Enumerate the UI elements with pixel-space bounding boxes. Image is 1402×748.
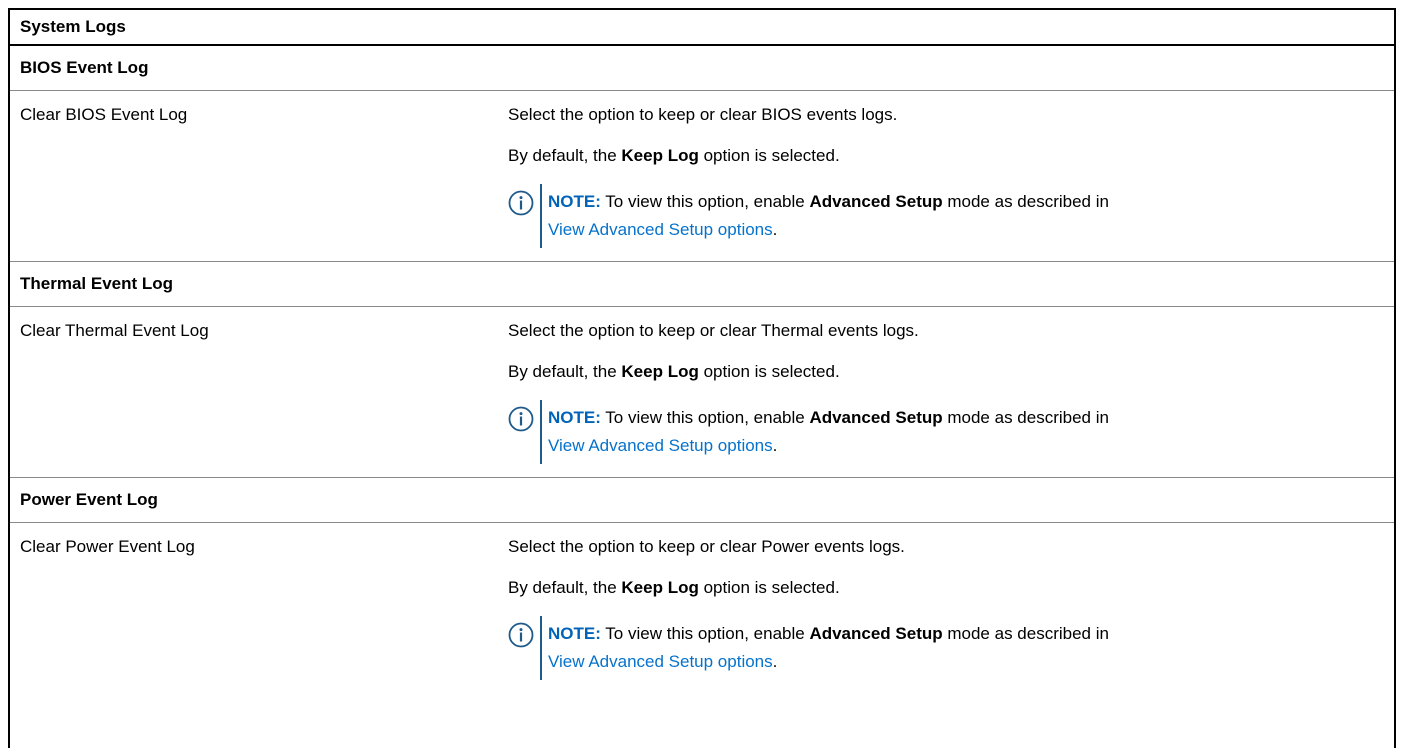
default-text: By default, the Keep Log option is selec… — [508, 145, 1378, 167]
setting-description: Select the option to keep or clear BIOS … — [498, 91, 1394, 261]
table-row-thermal: Clear Thermal Event Log Select the optio… — [10, 307, 1394, 478]
description-text: Select the option to keep or clear Therm… — [508, 321, 919, 340]
note-text-suffix: mode as described in — [942, 624, 1109, 643]
section-heading-thermal: Thermal Event Log — [10, 262, 1394, 307]
description-text: Select the option to keep or clear Power… — [508, 537, 905, 556]
note-text-suffix: mode as described in — [942, 192, 1109, 211]
note-block: NOTE: To view this option, enable Advanc… — [508, 400, 1378, 464]
section-heading-power: Power Event Log — [10, 478, 1394, 523]
setting-description: Select the option to keep or clear Power… — [498, 523, 1394, 694]
note-text-prefix: To view this option, enable — [600, 192, 810, 211]
advanced-setup-link[interactable]: View Advanced Setup options — [548, 220, 773, 239]
note-end: . — [772, 220, 778, 239]
default-value: Keep Log — [621, 146, 699, 165]
note-label: NOTE: — [548, 624, 601, 643]
default-value: Keep Log — [621, 578, 699, 597]
table-title: System Logs — [10, 10, 1394, 46]
default-suffix: option is selected. — [698, 578, 840, 597]
setting-name: Clear Power Event Log — [20, 537, 195, 556]
note-block: NOTE: To view this option, enable Advanc… — [508, 184, 1378, 248]
setting-description: Select the option to keep or clear Therm… — [498, 307, 1394, 477]
note-label: NOTE: — [548, 408, 601, 427]
advanced-setup-link[interactable]: View Advanced Setup options — [548, 436, 773, 455]
table-row-power: Clear Power Event Log Select the option … — [10, 523, 1394, 694]
note-end: . — [772, 652, 778, 671]
info-circle-icon — [508, 190, 534, 216]
default-text: By default, the Keep Log option is selec… — [508, 577, 1378, 599]
info-circle-icon — [508, 622, 534, 648]
note-body: NOTE: To view this option, enable Advanc… — [540, 184, 1109, 248]
note-text-prefix: To view this option, enable — [600, 408, 810, 427]
note-block: NOTE: To view this option, enable Advanc… — [508, 616, 1378, 680]
default-value: Keep Log — [621, 362, 699, 381]
setting-name: Clear BIOS Event Log — [20, 105, 188, 124]
advanced-setup-link[interactable]: View Advanced Setup options — [548, 652, 773, 671]
note-text-prefix: To view this option, enable — [600, 624, 810, 643]
description-text: Select the option to keep or clear BIOS … — [508, 105, 898, 124]
info-circle-icon — [508, 406, 534, 432]
default-text: By default, the Keep Log option is selec… — [508, 361, 1378, 383]
note-bold: Advanced Setup — [809, 408, 943, 427]
section-heading-bios: BIOS Event Log — [10, 46, 1394, 91]
system-logs-table: System Logs BIOS Event Log Clear BIOS Ev… — [8, 8, 1396, 748]
note-body: NOTE: To view this option, enable Advanc… — [540, 400, 1109, 464]
default-prefix: By default, the — [508, 362, 622, 381]
setting-name: Clear Thermal Event Log — [20, 321, 209, 340]
note-label: NOTE: — [548, 192, 601, 211]
default-prefix: By default, the — [508, 146, 622, 165]
note-bold: Advanced Setup — [809, 624, 943, 643]
default-prefix: By default, the — [508, 578, 622, 597]
table-row-bios: Clear BIOS Event Log Select the option t… — [10, 91, 1394, 262]
note-text-suffix: mode as described in — [942, 408, 1109, 427]
default-suffix: option is selected. — [698, 362, 840, 381]
note-body: NOTE: To view this option, enable Advanc… — [540, 616, 1109, 680]
note-end: . — [772, 436, 778, 455]
note-bold: Advanced Setup — [809, 192, 943, 211]
default-suffix: option is selected. — [698, 146, 840, 165]
